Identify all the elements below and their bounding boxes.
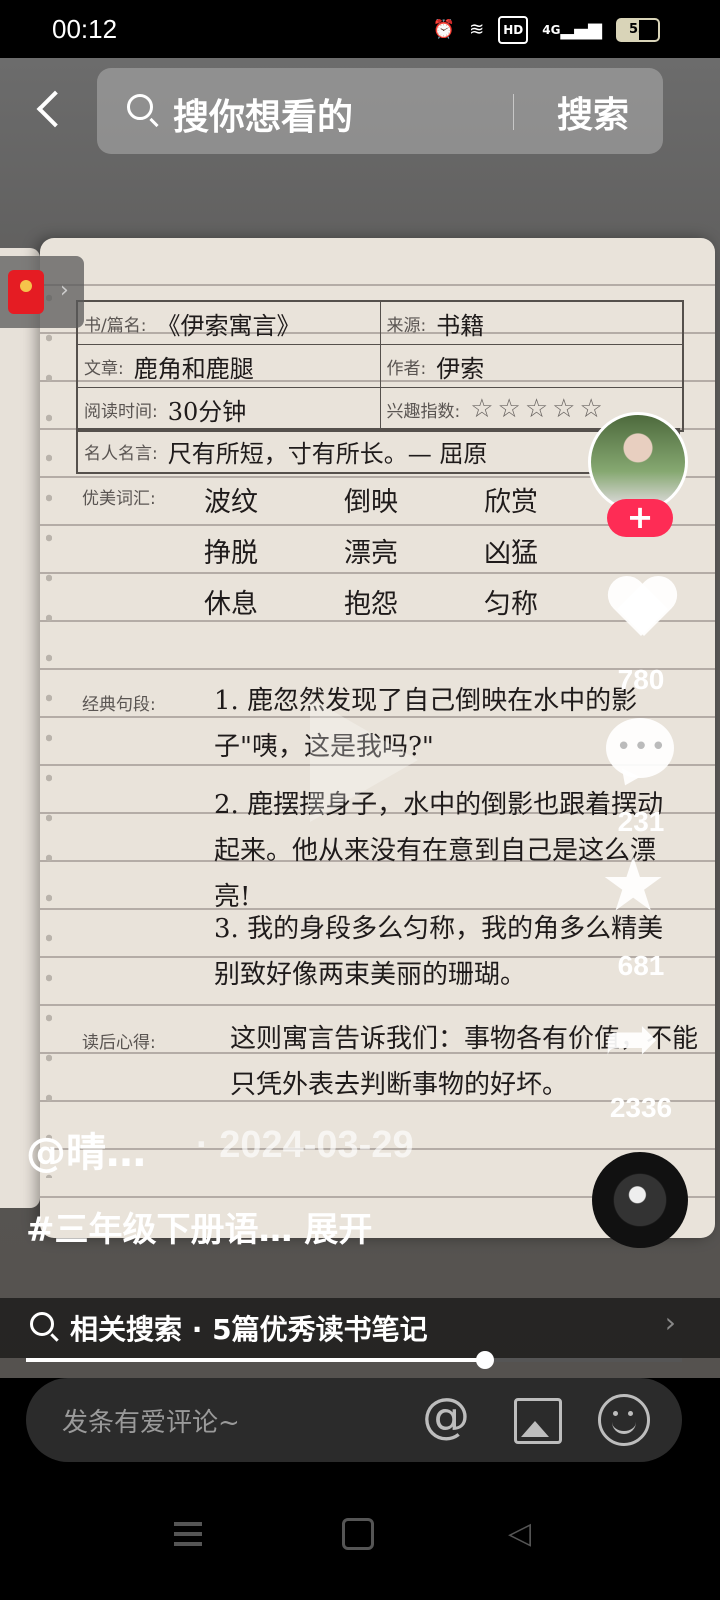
search-input[interactable]: 搜你想看的: [173, 88, 353, 140]
red-envelope-icon: [8, 270, 44, 314]
clock: 00:12: [52, 14, 118, 44]
vocab-word: 抱怨: [344, 589, 398, 620]
search-button[interactable]: 搜索: [557, 86, 629, 138]
related-search-bar[interactable]: 相关搜索 · 5篇优秀读书笔记 ›: [0, 1298, 720, 1358]
reflection-label: 读后心得:: [82, 1033, 156, 1053]
share-count: 2336: [609, 1092, 673, 1123]
back-button[interactable]: [30, 86, 78, 134]
search-divider: [513, 94, 514, 130]
hd-icon: HD: [498, 16, 529, 44]
vocab-grid: 波纹 倒映 欣赏 挣脱 漂亮 凶猛 休息 抱怨 匀称: [204, 480, 624, 621]
author-name[interactable]: @晴…: [26, 1120, 146, 1178]
author-label: 作者:: [386, 358, 427, 379]
binding-holes: [46, 278, 52, 1178]
quote-value: 尺有所短，寸有所长。— 屈原: [167, 439, 488, 468]
battery-percent: 53: [628, 22, 648, 37]
comment-icon[interactable]: •••: [606, 718, 674, 778]
system-nav-bar: ◁: [0, 1480, 720, 1600]
article-value: 鹿角和鹿腿: [133, 354, 254, 383]
source-value: 书籍: [436, 311, 485, 340]
vocab-word: 休息: [204, 589, 258, 620]
music-disc-icon[interactable]: [592, 1152, 688, 1248]
favorite-count: 681: [617, 950, 665, 981]
favorite-star-icon[interactable]: ★: [600, 848, 666, 922]
search-bar[interactable]: 搜你想看的 搜索: [97, 68, 663, 154]
signal-icon: 4G▂▄▆: [542, 19, 602, 40]
book-label: 书/篇名:: [84, 315, 147, 336]
post-date: · 2024-03-29: [196, 1124, 414, 1166]
search-icon: [127, 94, 153, 120]
interest-label: 兴趣指数:: [386, 401, 461, 422]
follow-button[interactable]: +: [607, 499, 673, 537]
vocab-word: 波纹: [204, 487, 258, 518]
caption-text[interactable]: #三年级下册语…: [26, 1210, 304, 1250]
related-search-text: 相关搜索 · 5篇优秀读书笔记: [70, 1313, 428, 1346]
comment-count: 231: [617, 806, 665, 837]
wifi-icon: ≋: [469, 19, 485, 40]
progress-fill: [26, 1358, 486, 1362]
time-label: 阅读时间:: [84, 401, 158, 422]
vocab-word: 凶猛: [484, 538, 538, 569]
network-type: 4G: [542, 23, 561, 37]
video-progress-bar[interactable]: [26, 1351, 682, 1369]
caption: #三年级下册语… 展开: [26, 1202, 372, 1251]
status-bar: 00:12 ⏰ ≋ HD 4G▂▄▆ 53: [0, 0, 720, 58]
vocab-word: 挣脱: [204, 538, 258, 569]
back-triangle-icon[interactable]: ◁: [508, 1516, 531, 1551]
sentence-1: 1. 鹿忽然发现了自己倒映在水中的影子"咦，这是我吗?": [214, 686, 638, 762]
classic-label: 经典句段:: [82, 695, 156, 715]
image-icon[interactable]: [514, 1398, 562, 1444]
time-value: 30分钟: [167, 397, 247, 426]
home-icon[interactable]: [342, 1518, 374, 1550]
author-value: 伊索: [436, 354, 485, 383]
play-icon[interactable]: [310, 698, 418, 822]
mention-at-icon[interactable]: @: [422, 1388, 470, 1444]
book-value: 《伊索寓言》: [156, 311, 301, 340]
like-count: 780: [617, 664, 665, 695]
comment-bar[interactable]: 发条有爱评论~ @: [26, 1378, 682, 1462]
vocab-word: 倒映: [344, 487, 398, 518]
alarm-icon: ⏰: [432, 19, 456, 40]
red-packet-button[interactable]: ›: [0, 256, 84, 328]
article-label: 文章:: [84, 358, 124, 379]
emoji-icon[interactable]: [598, 1394, 650, 1446]
author-avatar[interactable]: [588, 412, 688, 512]
share-arrow-icon[interactable]: ➦: [604, 1006, 659, 1072]
quote-label: 名人名言:: [84, 443, 158, 464]
chevron-right-icon: ›: [60, 278, 69, 303]
vocab-label: 优美词汇:: [82, 489, 156, 509]
expand-button[interactable]: 展开: [304, 1210, 372, 1250]
chevron-right-icon: ›: [664, 1306, 676, 1339]
vocab-word: 漂亮: [344, 538, 398, 569]
recent-apps-icon[interactable]: [174, 1522, 202, 1526]
search-icon: [30, 1312, 54, 1336]
source-label: 来源:: [386, 315, 427, 336]
status-icons: ⏰ ≋ HD 4G▂▄▆ 53: [433, 16, 660, 44]
interest-stars: ☆☆☆☆☆: [470, 394, 607, 424]
notebook-left-page: [0, 248, 40, 1208]
battery-icon: 53: [616, 18, 660, 42]
reading-info-table: 书/篇名: 《伊索寓言》 来源: 书籍 文章: 鹿角和鹿腿 作者: 伊索 阅读时间: 30…: [76, 300, 684, 432]
comment-input[interactable]: 发条有爱评论~: [62, 1402, 240, 1439]
like-heart-icon[interactable]: [606, 578, 676, 640]
vocab-word: 匀称: [484, 589, 538, 620]
